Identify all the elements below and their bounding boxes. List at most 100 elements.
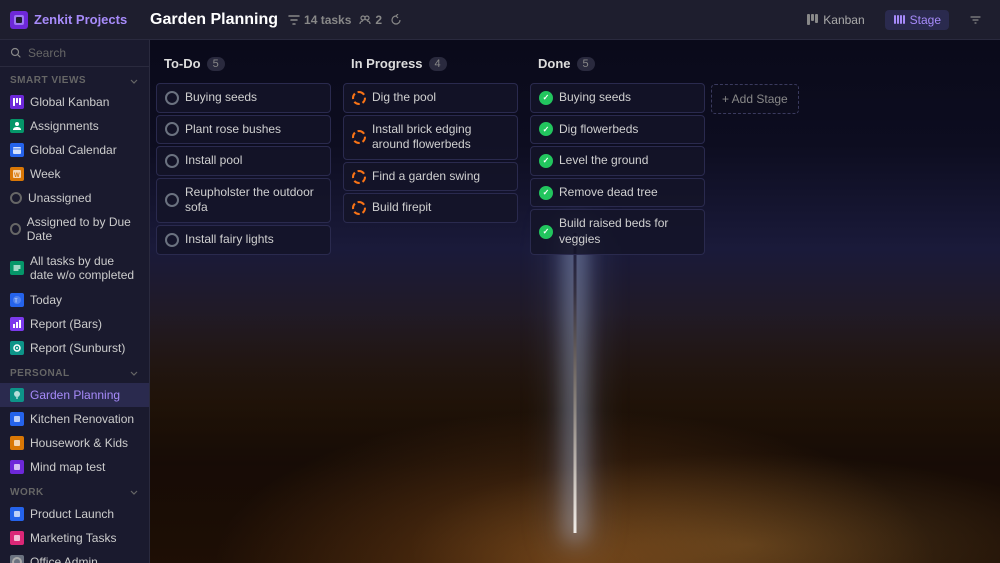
- task-card[interactable]: Install fairy lights: [156, 225, 331, 255]
- kanban-label: Kanban: [823, 13, 864, 27]
- task-status-icon: [352, 91, 366, 105]
- task-card[interactable]: ✓ Buying seeds: [530, 83, 705, 113]
- search-bar[interactable]: Search: [0, 40, 149, 67]
- week-label: Week: [30, 167, 60, 181]
- add-stage-wrapper: + Add Stage: [711, 50, 799, 553]
- add-stage-button[interactable]: + Add Stage: [711, 84, 799, 114]
- column-inprogress-header: In Progress 4: [343, 50, 518, 77]
- product-icon: [10, 507, 24, 521]
- task-card[interactable]: ✓ Build raised beds for veggies: [530, 209, 705, 254]
- refresh-button[interactable]: [390, 14, 402, 26]
- logo-icon: [10, 11, 28, 29]
- task-card[interactable]: ✓ Remove dead tree: [530, 178, 705, 208]
- assigned-by-due-label: Assigned to by Due Date: [27, 215, 139, 244]
- mindmap-icon: [10, 460, 24, 474]
- column-inprogress-count: 4: [429, 57, 447, 71]
- report-sunburst-icon: [10, 341, 24, 355]
- task-text: Remove dead tree: [559, 185, 658, 201]
- sidebar-item-marketing-tasks[interactable]: Marketing Tasks: [0, 526, 149, 550]
- stage-label: Stage: [910, 13, 941, 27]
- task-card[interactable]: Dig the pool: [343, 83, 518, 113]
- task-status-icon: ✓: [539, 91, 553, 105]
- report-bars-label: Report (Bars): [30, 317, 102, 331]
- task-text: Install brick edging around flowerbeds: [372, 122, 509, 153]
- task-card[interactable]: ✓ Level the ground: [530, 146, 705, 176]
- task-status-icon: [352, 201, 366, 215]
- svg-text:T: T: [15, 298, 18, 304]
- kanban-view-button[interactable]: Kanban: [798, 10, 872, 30]
- column-in-progress: In Progress 4 Dig the pool Install brick…: [343, 50, 518, 553]
- garden-icon: [10, 388, 24, 402]
- assigned-icon: [10, 223, 21, 235]
- task-card[interactable]: Reupholster the outdoor sofa: [156, 178, 331, 223]
- sidebar-item-today[interactable]: T Today: [0, 288, 149, 312]
- tasks-count: 14 tasks: [304, 13, 351, 27]
- sidebar-item-mind-map[interactable]: Mind map test: [0, 455, 149, 479]
- sidebar-item-product-launch[interactable]: Product Launch: [0, 502, 149, 526]
- sidebar-item-unassigned[interactable]: Unassigned: [0, 186, 149, 210]
- app-logo[interactable]: Zenkit Projects: [10, 11, 150, 29]
- kitchen-icon: [10, 412, 24, 426]
- page-title-area: Garden Planning 14 tasks 2: [150, 11, 798, 29]
- sort-button[interactable]: [961, 10, 990, 29]
- task-text: Build firepit: [372, 200, 431, 216]
- users-button[interactable]: 2: [359, 13, 382, 27]
- sidebar-item-office-admin[interactable]: Office Admin: [0, 550, 149, 563]
- task-text: Buying seeds: [185, 90, 257, 106]
- task-status-icon: [165, 233, 179, 247]
- smart-views-label: SMART VIEWS: [10, 75, 86, 86]
- task-card[interactable]: Build firepit: [343, 193, 518, 223]
- work-section[interactable]: WORK: [0, 479, 149, 502]
- task-card[interactable]: ✓ Dig flowerbeds: [530, 115, 705, 145]
- personal-label: PERSONAL: [10, 368, 70, 379]
- header-meta: 14 tasks 2: [288, 13, 402, 27]
- topbar-right: Kanban Stage: [798, 10, 990, 30]
- board-area: To-Do 5 Buying seeds Plant rose bushes: [150, 40, 1000, 563]
- topbar: Zenkit Projects Garden Planning 14 tasks…: [0, 0, 1000, 40]
- task-status-icon: [352, 170, 366, 184]
- task-text: Install pool: [185, 153, 242, 169]
- sidebar-item-assignments[interactable]: Assignments: [0, 114, 149, 138]
- task-status-icon: ✓: [539, 186, 553, 200]
- marketing-label: Marketing Tasks: [30, 531, 116, 545]
- task-card[interactable]: Install pool: [156, 146, 331, 176]
- task-text: Level the ground: [559, 153, 648, 169]
- task-status-icon: [165, 91, 179, 105]
- sidebar-item-report-bars[interactable]: Report (Bars): [0, 312, 149, 336]
- sidebar-item-kitchen-renovation[interactable]: Kitchen Renovation: [0, 407, 149, 431]
- filter-button[interactable]: 14 tasks: [288, 13, 351, 27]
- sidebar-item-assigned-by-due[interactable]: Assigned to by Due Date: [0, 210, 149, 249]
- done-task-list: ✓ Buying seeds ✓ Dig flowerbeds ✓ Level …: [530, 83, 705, 553]
- office-admin-label: Office Admin: [30, 555, 98, 563]
- housework-icon: [10, 436, 24, 450]
- task-card[interactable]: Find a garden swing: [343, 162, 518, 192]
- task-status-icon: ✓: [539, 122, 553, 136]
- kanban-icon: [10, 95, 24, 109]
- task-status-icon: [165, 122, 179, 136]
- task-text: Dig the pool: [372, 90, 436, 106]
- global-kanban-label: Global Kanban: [30, 95, 109, 109]
- task-card[interactable]: Install brick edging around flowerbeds: [343, 115, 518, 160]
- task-text: Install fairy lights: [185, 232, 274, 248]
- sidebar-item-report-sunburst[interactable]: Report (Sunburst): [0, 336, 149, 360]
- sidebar-item-global-kanban[interactable]: Global Kanban: [0, 90, 149, 114]
- column-done: Done 5 ✓ Buying seeds ✓ Dig flowerbeds ✓: [530, 50, 705, 553]
- sidebar: Search SMART VIEWS Global Kanban Assignm…: [0, 40, 150, 563]
- svg-text:W: W: [14, 173, 20, 179]
- task-card[interactable]: Buying seeds: [156, 83, 331, 113]
- sidebar-item-all-tasks-due[interactable]: All tasks by due date w/o completed: [0, 249, 149, 288]
- personal-section[interactable]: PERSONAL: [0, 360, 149, 383]
- stage-view-button[interactable]: Stage: [885, 10, 949, 30]
- sidebar-item-global-calendar[interactable]: Global Calendar: [0, 138, 149, 162]
- task-status-icon: [165, 154, 179, 168]
- task-card[interactable]: Plant rose bushes: [156, 115, 331, 145]
- todo-task-list: Buying seeds Plant rose bushes Install p…: [156, 83, 331, 553]
- sidebar-item-garden-planning[interactable]: Garden Planning: [0, 383, 149, 407]
- task-text: Plant rose bushes: [185, 122, 281, 138]
- sidebar-item-housework-kids[interactable]: Housework & Kids: [0, 431, 149, 455]
- page-title: Garden Planning: [150, 11, 278, 29]
- sidebar-item-week[interactable]: W Week: [0, 162, 149, 186]
- unassigned-label: Unassigned: [28, 191, 91, 205]
- garden-planning-label: Garden Planning: [30, 388, 120, 402]
- smart-views-section[interactable]: SMART VIEWS: [0, 67, 149, 90]
